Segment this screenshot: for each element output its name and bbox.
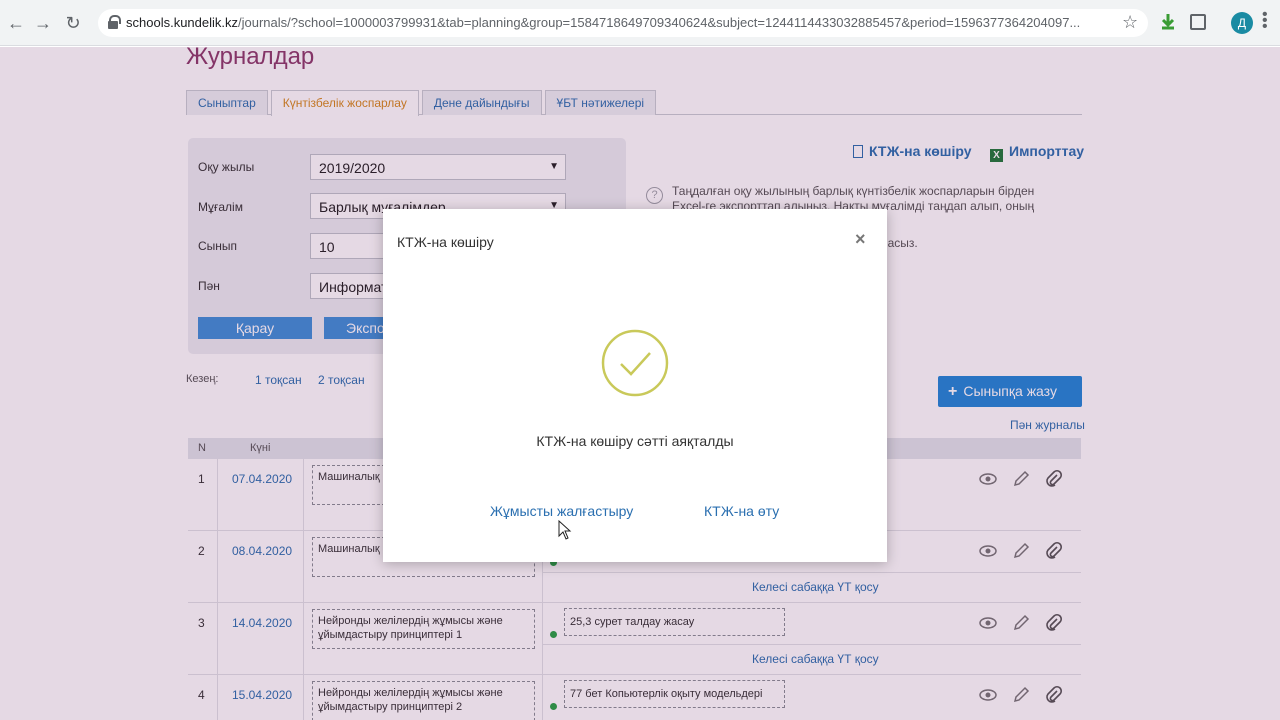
mouse-cursor-icon [558, 520, 572, 540]
copy-success-dialog: КТЖ-на көшіру × КТЖ-на көшіру сәтті аяқт… [383, 209, 887, 562]
close-icon[interactable]: × [855, 229, 866, 250]
reload-icon[interactable]: ↻ [63, 13, 83, 33]
download-extension-icon[interactable] [1160, 13, 1176, 31]
browser-toolbar: ← → ↻ schools.kundelik.kz/journals/?scho… [0, 0, 1280, 46]
continue-work-button[interactable]: Жұмысты жалғастыру [490, 503, 633, 519]
dialog-title: КТЖ-на көшіру [397, 234, 494, 250]
lock-icon [108, 15, 121, 29]
address-bar[interactable]: schools.kundelik.kz/journals/?school=100… [98, 9, 1148, 37]
forward-arrow-icon[interactable]: → [33, 13, 53, 33]
go-to-plan-button[interactable]: КТЖ-на өту [704, 503, 779, 519]
bookmark-star-icon[interactable]: ☆ [1122, 12, 1138, 33]
url-text: schools.kundelik.kz/journals/?school=100… [126, 15, 1081, 30]
profile-avatar[interactable]: Д [1231, 12, 1253, 34]
back-arrow-icon[interactable]: ← [6, 13, 26, 33]
success-check-icon [601, 329, 669, 397]
success-message: КТЖ-на көшіру сәтті аяқталды [536, 433, 734, 449]
extension-icon[interactable] [1190, 14, 1206, 30]
browser-menu-icon[interactable]: • • • [1262, 7, 1268, 35]
